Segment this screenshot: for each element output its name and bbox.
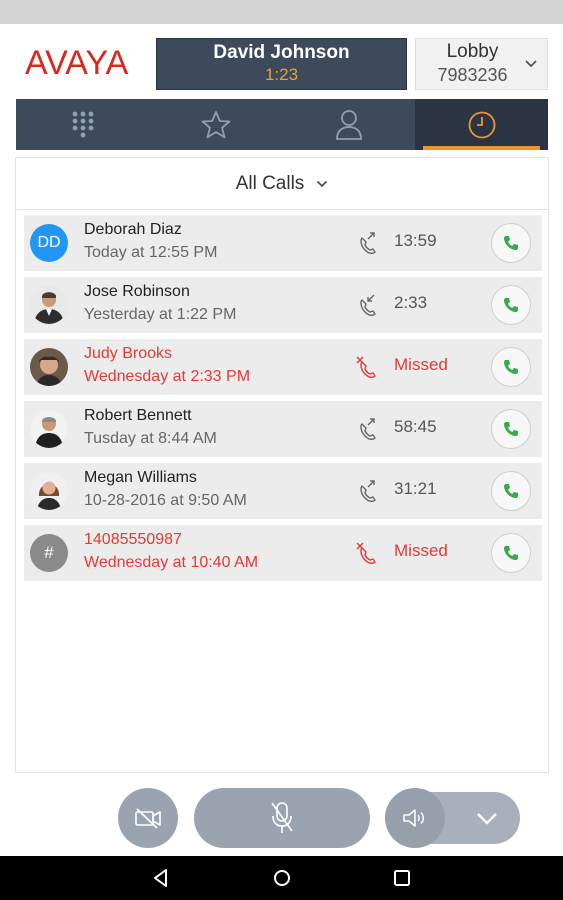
call-duration: 31:21 [394, 479, 437, 498]
outgoing-call-icon [360, 480, 376, 503]
phone-icon [504, 360, 518, 374]
call-back-button[interactable] [491, 223, 531, 263]
star-icon [201, 110, 230, 138]
caller-name: Judy Brooks [84, 345, 173, 362]
call-time: Today at 12:55 PM [84, 244, 218, 261]
caller-name: Robert Bennett [84, 407, 192, 424]
contact-photo [30, 472, 68, 510]
speaker-button[interactable] [385, 788, 445, 848]
call-duration: 58:45 [394, 417, 437, 436]
caller-name: 14085550987 [84, 531, 182, 548]
call-time: Wednesday at 2:33 PM [84, 368, 251, 385]
caller-name: Megan Williams [84, 469, 197, 486]
avatar: DD [30, 224, 68, 262]
call-back-button[interactable] [491, 533, 531, 573]
status-bar [0, 0, 563, 24]
clock-icon [468, 111, 495, 138]
tab-dialpad[interactable] [16, 99, 149, 150]
video-toggle-button[interactable] [118, 788, 178, 848]
lobby-selector[interactable]: Lobby 7983236 [415, 38, 548, 90]
contact-photo [30, 410, 68, 448]
phone-icon [504, 546, 518, 560]
missed-call-icon [356, 542, 376, 565]
missed-call-icon [356, 356, 376, 379]
dialpad-icon [72, 111, 93, 137]
call-duration: 2:33 [394, 293, 428, 312]
call-row[interactable]: Judy Brooks Wednesday at 2:33 PM Missed [24, 339, 542, 395]
call-time: Yesterday at 1:22 PM [84, 306, 237, 323]
video-off-icon [135, 808, 161, 829]
incoming-call-icon [360, 294, 376, 317]
call-row[interactable]: Jose Robinson Yesterday at 1:22 PM 2:33 [24, 277, 542, 333]
tab-history[interactable] [415, 99, 548, 150]
phone-icon [504, 484, 518, 498]
tab-favorites[interactable] [149, 99, 282, 150]
active-call-name: David Johnson [213, 42, 350, 63]
call-time: Wednesday at 10:40 AM [84, 554, 259, 571]
mute-button[interactable] [194, 788, 370, 848]
phone-icon [504, 422, 518, 436]
android-nav-bar [0, 856, 563, 900]
call-duration: 13:59 [394, 231, 437, 250]
chevron-down-icon[interactable] [473, 804, 501, 832]
avaya-logo: AVAYA [25, 44, 129, 82]
phone-icon [504, 298, 518, 312]
call-back-button[interactable] [491, 285, 531, 325]
back-icon[interactable] [150, 867, 172, 889]
contact-photo [30, 348, 68, 386]
call-list: DD Deborah Diaz Today at 12:55 PM 13:59 [24, 215, 542, 587]
home-icon[interactable] [271, 867, 293, 889]
caller-name: Deborah Diaz [84, 221, 182, 238]
phone-icon [504, 236, 518, 250]
call-duration: Missed [394, 355, 448, 374]
avatar [30, 410, 68, 448]
call-filter-label: All Calls [235, 172, 305, 194]
call-history-panel: All Calls DD Deborah Diaz Today at 12:55… [15, 157, 549, 773]
mic-off-icon [271, 802, 293, 833]
call-row[interactable]: DD Deborah Diaz Today at 12:55 PM 13:59 [24, 215, 542, 271]
call-row[interactable]: Robert Bennett Tusday at 8:44 AM 58:45 [24, 401, 542, 457]
outgoing-call-icon [360, 232, 376, 255]
outgoing-call-icon [360, 418, 376, 441]
chevron-down-icon [525, 60, 537, 68]
chevron-down-icon [317, 180, 328, 187]
speaker-icon [403, 809, 424, 827]
call-filter-dropdown[interactable]: All Calls [16, 158, 548, 210]
tab-bar [16, 99, 548, 150]
call-duration: Missed [394, 541, 448, 560]
person-icon [335, 109, 362, 140]
call-time: Tusday at 8:44 AM [84, 430, 217, 447]
avatar [30, 348, 68, 386]
call-row[interactable]: # 14085550987 Wednesday at 10:40 AM Miss… [24, 525, 542, 581]
caller-name: Jose Robinson [84, 283, 190, 300]
active-call-box[interactable]: David Johnson 1:23 [156, 38, 407, 90]
call-row[interactable]: Megan Williams 10-28-2016 at 9:50 AM 31:… [24, 463, 542, 519]
contact-photo [30, 286, 68, 324]
avatar [30, 472, 68, 510]
active-call-timer: 1:23 [264, 65, 299, 84]
avatar: # [30, 534, 68, 572]
avatar [30, 286, 68, 324]
audio-output-group [385, 788, 520, 848]
call-back-button[interactable] [491, 409, 531, 449]
header: AVAYA David Johnson 1:23 Lobby 7983236 [0, 24, 563, 98]
call-controls [0, 780, 563, 856]
call-time: 10-28-2016 at 9:50 AM [84, 492, 247, 509]
recents-icon[interactable] [391, 867, 413, 889]
call-back-button[interactable] [491, 347, 531, 387]
call-back-button[interactable] [491, 471, 531, 511]
tab-contacts[interactable] [282, 99, 415, 150]
